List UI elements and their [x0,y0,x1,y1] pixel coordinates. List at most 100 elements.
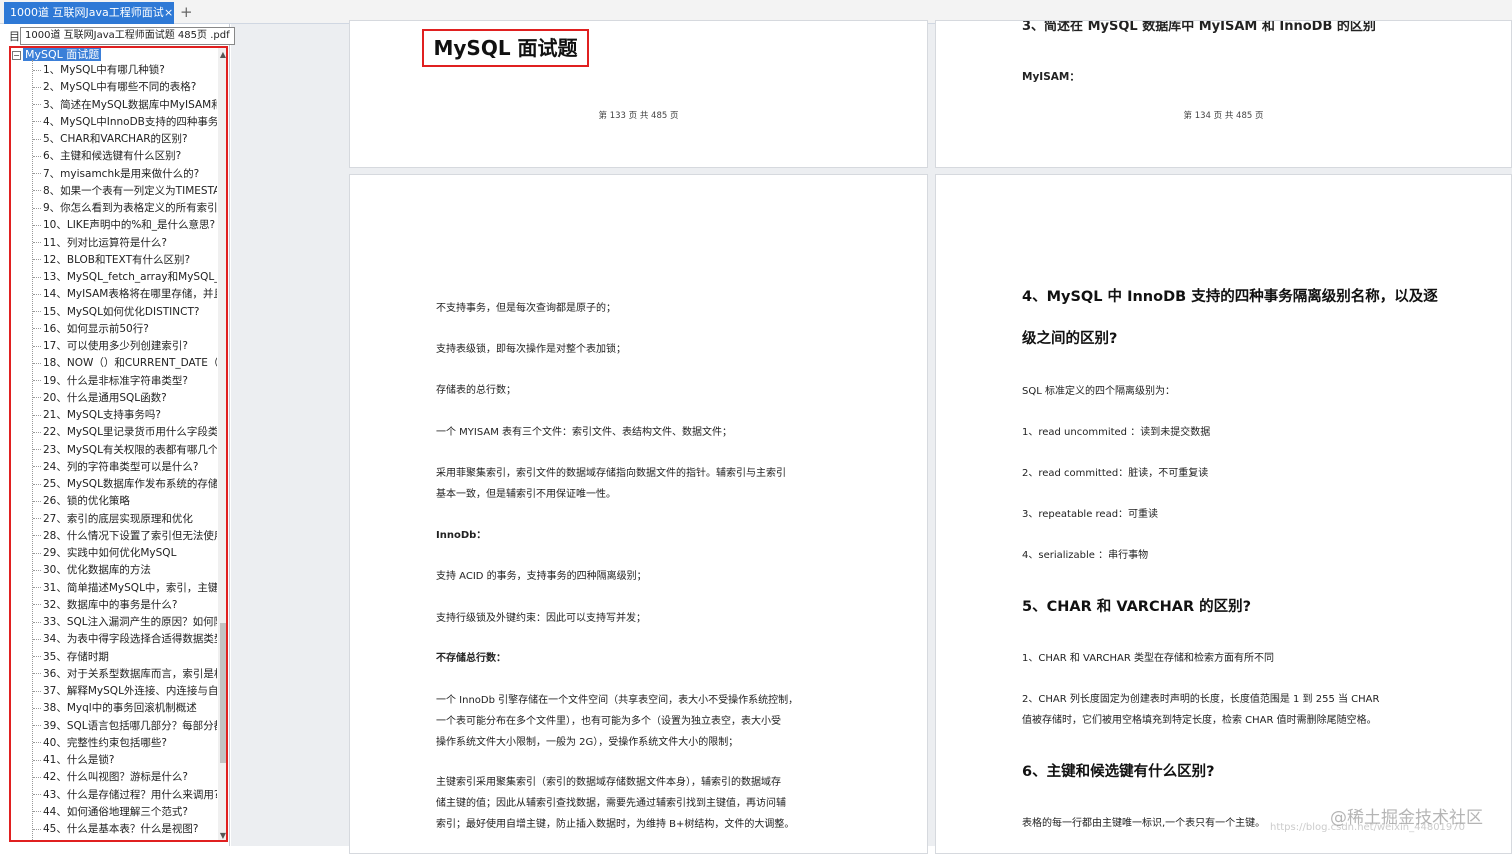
outline-item[interactable]: 36、对于关系型数据库而言，索引是相 [33,666,217,683]
outline-item[interactable]: 27、索引的底层实现原理和优化 [33,511,217,528]
section-heading: 3、简述在 MySQL 数据库中 MyISAM 和 InnoDB 的区别 [1022,20,1376,34]
outline-item[interactable]: 43、什么是存储过程？用什么来调用? [33,787,217,804]
text-line: 操作系统文件大小限制，一般为 2G），受操作系统文件大小的限制； [436,737,739,748]
outline-sidebar: 目 1000道 互联网Java工程师面试题 485页 .pdf − MySQL 面… [0,24,235,846]
section-heading: 4、MySQL 中 InnoDB 支持的四种事务隔离级别名称，以及逐 [1022,289,1438,305]
text-line: 一个 InnoDb 引擎存储在一个文件空间（共享表空间，表大小不受操作系统控制， [436,695,799,706]
outline-item[interactable]: 29、实践中如何优化MySQL [33,545,217,562]
outline-item[interactable]: 7、myisamchk是用来做什么的? [33,166,217,183]
outline-item[interactable]: 2、MySQL中有哪些不同的表格? [33,79,217,96]
scroll-up-arrow-icon[interactable]: ▲ [218,50,226,59]
pdf-page-133: MySQL 面试题 第 133 页 共 485 页 [349,20,928,168]
innodb-label: InnoDb： [436,530,487,541]
text-line: SQL 标准定义的四个隔离级别为： [1022,386,1175,397]
sidebar-scrollbar[interactable]: ▲ ▼ [218,48,226,840]
outline-item[interactable]: 1、MySQL中有哪几种锁? [33,62,217,79]
pdf-page-body-right: 4、MySQL 中 InnoDB 支持的四种事务隔离级别名称，以及逐 级之间的区… [935,174,1512,854]
outline-item[interactable]: 33、SQL注入漏洞产生的原因？如何防 [33,614,217,631]
outline-item[interactable]: 13、MySQL_fetch_array和MySQL_fe [33,269,217,286]
outline-item[interactable]: 18、NOW（）和CURRENT_DATE（ [33,355,217,372]
outline-item[interactable]: 22、MySQL里记录货币用什么字段类 [33,424,217,441]
text-line: 主键索引采用聚集索引（索引的数据域存储数据文件本身），辅索引的数据域存 [436,777,781,788]
text-line: 采用菲聚集索引，索引文件的数据域存储指向数据文件的指针。辅索引与主索引 [436,468,786,479]
new-tab-button[interactable]: + [180,2,193,22]
outline-item[interactable]: 25、MySQL数据库作发布系统的存储 [33,476,217,493]
tab-title: 1000道 互联网Java工程师面试 [10,6,164,19]
text-line: 基本一致，但是辅索引不用保证唯一性。 [436,489,616,500]
page-number: 第 133 页 共 485 页 [598,111,679,121]
outline-item[interactable]: 31、简单描述MySQL中，索引，主键 [33,580,217,597]
watermark-url: https://blog.csdn.net/weixin_44801970 [1270,822,1466,833]
outline-item[interactable]: 21、MySQL支持事务吗? [33,407,217,424]
outline-item[interactable]: 20、什么是通用SQL函数? [33,390,217,407]
text-line: 储主键的值；因此从辅索引查找数据，需要先通过辅索引找到主键值，再访问辅 [436,798,786,809]
text-line: 2、read committed：脏读，不可重复读 [1022,468,1209,479]
outline-item[interactable]: 8、如果一个表有一列定义为TIMESTA [33,183,217,200]
text-line: 支持表级锁，即每次操作是对整个表加锁； [436,344,626,355]
outline-item[interactable]: 26、锁的优化策略 [33,493,217,510]
outline-item[interactable]: 3、简述在MySQL数据库中MyISAM和 [33,97,217,114]
outline-item[interactable]: 42、什么叫视图？游标是什么? [33,769,217,786]
outline-item[interactable]: 34、为表中得字段选择合适得数据类型 [33,631,217,648]
text-line: 索引；最好使用自增主键，防止插入数据时，为维持 B+树结构，文件的大调整。 [436,819,795,830]
text-line: 支持 ACID 的事务，支持事务的四种隔离级别； [436,571,647,582]
outline-item[interactable]: 37、解释MySQL外连接、内连接与自 [33,683,217,700]
pdf-page-body-left: 不支持事务，但是每次查询都是原子的； 支持表级锁，即每次操作是对整个表加锁； 存… [349,174,928,854]
page-title: MySQL 面试题 [422,29,589,67]
text-line: 1、CHAR 和 VARCHAR 类型在存储和检索方面有所不同 [1022,653,1274,664]
outline-item[interactable]: 15、MySQL如何优化DISTINCT? [33,304,217,321]
outline-item[interactable]: 4、MySQL中InnoDB支持的四种事务 [33,114,217,131]
text-line: 值被存储时，它们被用空格填充到特定长度，检索 CHAR 值时需删除尾随空格。 [1022,715,1377,726]
file-tooltip: 1000道 互联网Java工程师面试题 485页 .pdf [20,27,235,45]
text-line: 一个 MYISAM 表有三个文件：索引文件、表结构文件、数据文件； [436,427,733,438]
scroll-thumb[interactable] [220,623,226,763]
text-line: 2、CHAR 列长度固定为创建表时声明的长度，长度值范围是 1 到 255 当 … [1022,694,1380,705]
text-line: 不存储总行数： [436,653,506,664]
section-heading: 5、CHAR 和 VARCHAR 的区别? [1022,599,1252,615]
outline-item[interactable]: 9、你怎么看到为表格定义的所有索引 [33,200,217,217]
text-line: 不支持事务，但是每次查询都是原子的； [436,303,616,314]
collapse-icon[interactable]: − [12,50,21,60]
page-number: 第 134 页 共 485 页 [1183,111,1264,121]
outline-item[interactable]: 19、什么是非标准字符串类型? [33,373,217,390]
outline-item[interactable]: 44、如何通俗地理解三个范式? [33,804,217,821]
outline-item[interactable]: 16、如何显示前50行? [33,321,217,338]
text-line: 存储表的总行数； [436,385,516,396]
outline-item[interactable]: 28、什么情况下设置了索引但无法使用 [33,528,217,545]
section-heading: 级之间的区别? [1022,331,1118,347]
outline-icon[interactable]: 目 [9,28,20,44]
outline-tree: − MySQL 面试题 1、MySQL中有哪几种锁? 2、MySQL中有哪些不同的表… [9,46,228,842]
text-line: 支持行级锁及外键约束：因此可以支持写并发； [436,613,646,624]
outline-item[interactable]: 14、MyISAM表格将在哪里存储，并且 [33,286,217,303]
outline-item[interactable]: 39、SQL语言包括哪几部分？每部分都 [33,718,217,735]
outline-item[interactable]: 11、列对比运算符是什么? [33,235,217,252]
pdf-viewer[interactable]: MySQL 面试题 第 133 页 共 485 页 3、简述在 MySQL 数据… [231,20,1512,854]
text-line: 4、serializable ：串行事物 [1022,550,1149,561]
tree-root-label: MySQL 面试题 [23,48,102,61]
outline-item[interactable]: 30、优化数据库的方法 [33,562,217,579]
outline-item[interactable]: 6、主键和候选键有什么区别? [33,148,217,165]
text-line: 表格的每一行都由主键唯一标识,一个表只有一个主键。 [1022,818,1266,829]
close-icon[interactable]: × [164,2,173,24]
outline-item[interactable]: 32、数据库中的事务是什么? [33,597,217,614]
outline-item[interactable]: 23、MySQL有关权限的表都有哪几个 [33,442,217,459]
outline-item[interactable]: 45、什么是基本表？什么是视图? [33,821,217,838]
outline-item[interactable]: 40、完整性约束包括哪些? [33,735,217,752]
outline-item[interactable]: 24、列的字符串类型可以是什么? [33,459,217,476]
pdf-page-134: 3、简述在 MySQL 数据库中 MyISAM 和 InnoDB 的区别 MyI… [935,20,1512,168]
outline-item[interactable]: 41、什么是锁? [33,752,217,769]
scroll-down-arrow-icon[interactable]: ▼ [218,831,226,840]
text-line: 一个表可能分布在多个文件里），也有可能为多个（设置为独立表空，表大小受 [436,716,781,727]
outline-item[interactable]: 38、Myql中的事务回滚机制概述 [33,700,217,717]
outline-item[interactable]: 5、CHAR和VARCHAR的区别? [33,131,217,148]
tree-root-node[interactable]: − MySQL 面试题 [12,48,102,62]
text-line: 3、repeatable read：可重读 [1022,509,1159,520]
document-tab[interactable]: 1000道 互联网Java工程师面试 × [4,2,174,24]
outline-item[interactable]: 12、BLOB和TEXT有什么区别? [33,252,217,269]
text-line: 1、read uncommited ：读到未提交数据 [1022,427,1211,438]
outline-item[interactable]: 17、可以使用多少列创建索引? [33,338,217,355]
outline-item[interactable]: 35、存储时期 [33,649,217,666]
outline-item[interactable]: 10、LIKE声明中的%和_是什么意思? [33,217,217,234]
section-heading: 6、主键和候选键有什么区别? [1022,764,1215,780]
myisam-label: MyISAM： [1022,71,1080,83]
